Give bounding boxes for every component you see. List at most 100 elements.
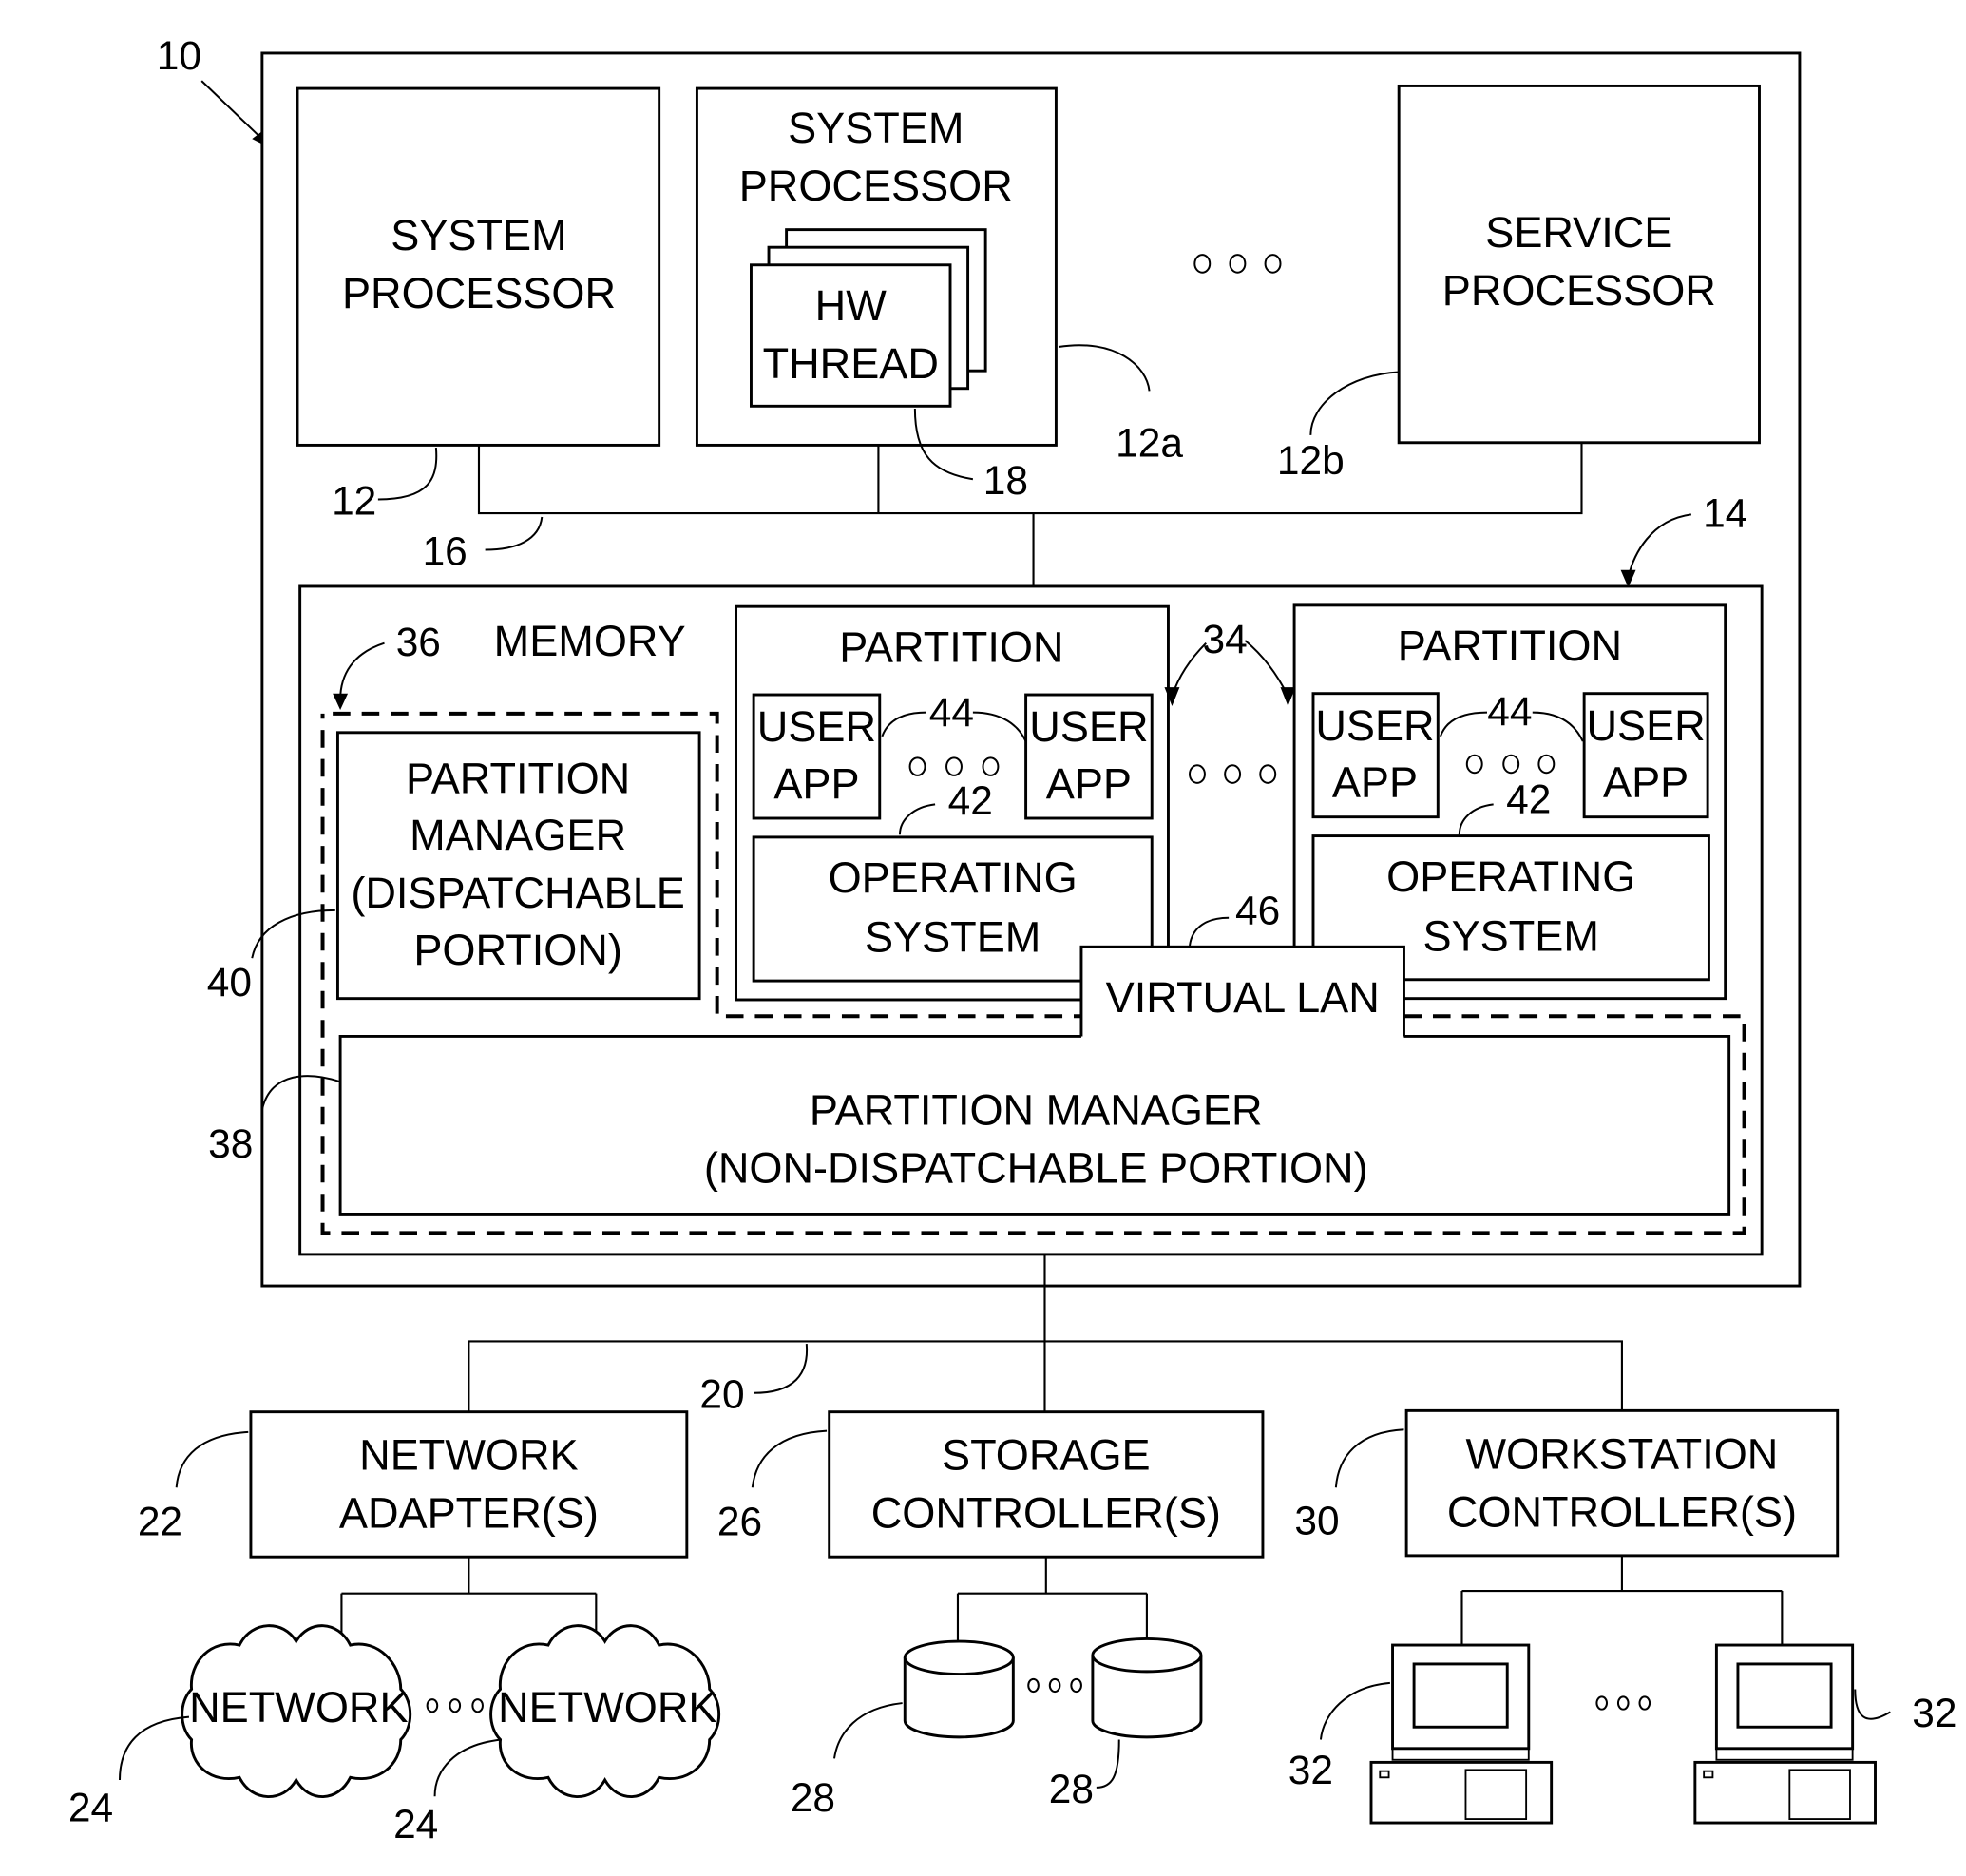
ref-44: 44 (929, 690, 974, 735)
ref-34: 34 (1203, 617, 1248, 661)
ref-36: 36 (396, 620, 441, 664)
user-app-box: USER APP (1024, 693, 1154, 820)
svg-text:ADAPTER(S): ADAPTER(S) (339, 1489, 599, 1538)
system-processor-12: SYSTEM PROCESSOR (296, 86, 661, 447)
network-link (340, 1557, 598, 1642)
ref-28-leader (833, 1702, 903, 1759)
ref-32-leader (1319, 1681, 1390, 1740)
ellipsis-icon (908, 756, 1000, 776)
svg-text:SYSTEM: SYSTEM (865, 913, 1040, 962)
ref-32: 32 (1912, 1691, 1956, 1735)
ref-18: 18 (983, 458, 1028, 503)
ref-42: 42 (948, 778, 993, 823)
svg-text:WORKSTATION: WORKSTATION (1465, 1429, 1778, 1478)
svg-text:CONTROLLER(S): CONTROLLER(S) (871, 1489, 1221, 1538)
ref-46: 46 (1235, 888, 1280, 932)
svg-text:PARTITION: PARTITION (839, 623, 1063, 672)
ref-26-leader (751, 1429, 828, 1488)
svg-text:PROCESSOR: PROCESSOR (342, 269, 616, 317)
system-processor-12a: SYSTEM PROCESSOR HW THREAD (695, 86, 1058, 447)
svg-text:USER: USER (1586, 701, 1705, 750)
ellipsis-icon (1465, 754, 1556, 775)
svg-text:NETWORK: NETWORK (498, 1683, 716, 1732)
ellipsis-icon (1027, 1677, 1082, 1694)
svg-text:OPERATING: OPERATING (829, 853, 1078, 902)
ref-10-leader (200, 80, 266, 143)
ref-12a: 12a (1116, 420, 1183, 465)
ref-30: 30 (1294, 1498, 1339, 1542)
storage-controller-box: STORAGE CONTROLLER(S) (828, 1410, 1265, 1559)
svg-text:SYSTEM: SYSTEM (1423, 911, 1599, 960)
svg-text:PORTION): PORTION) (413, 926, 622, 974)
svg-text:USER: USER (757, 702, 876, 751)
ref-44: 44 (1487, 689, 1532, 734)
svg-text:PROCESSOR: PROCESSOR (739, 162, 1013, 210)
ref-42: 42 (1506, 777, 1551, 822)
svg-text:APP: APP (1603, 757, 1689, 806)
network-cloud-icon: NETWORK (181, 1624, 412, 1798)
user-app-box: USER APP (752, 693, 882, 820)
workstation-link (1460, 1555, 1784, 1646)
svg-text:PARTITION: PARTITION (406, 754, 630, 802)
ellipsis-icon (1189, 764, 1277, 784)
user-app-box: USER APP (1311, 692, 1440, 819)
network-adapter-box: NETWORK ADAPTER(S) (249, 1410, 689, 1559)
svg-text:CONTROLLER(S): CONTROLLER(S) (1447, 1487, 1797, 1536)
svg-text:APP: APP (1332, 757, 1418, 806)
ref-22: 22 (138, 1500, 182, 1544)
svg-text:SERVICE: SERVICE (1485, 208, 1672, 257)
ref-12: 12 (332, 478, 376, 523)
partition-1: PARTITION USER APP USER APP 44 42 OPERAT… (735, 604, 1170, 1002)
partition-2: PARTITION USER APP USER APP 44 42 OPERAT… (1292, 603, 1727, 1001)
ref-32-leader (1854, 1689, 1891, 1720)
partition-manager-non-dispatchable: PARTITION MANAGER (NON-DISPATCHABLE PORT… (338, 1034, 1731, 1216)
svg-text:(NON-DISPATCHABLE PORTION): (NON-DISPATCHABLE PORTION) (704, 1143, 1368, 1192)
svg-text:VIRTUAL LAN: VIRTUAL LAN (1106, 973, 1380, 1022)
partition-manager-dispatchable: PARTITION MANAGER (DISPATCHABLE PORTION) (335, 731, 701, 1001)
svg-text:NETWORK: NETWORK (189, 1683, 408, 1732)
ellipsis-icon (1595, 1695, 1651, 1711)
ref-40: 40 (207, 960, 252, 1005)
ref-28: 28 (1049, 1767, 1094, 1811)
svg-text:SYSTEM: SYSTEM (788, 104, 964, 152)
svg-text:USER: USER (1315, 701, 1434, 750)
ref-26: 26 (717, 1500, 762, 1544)
ref-24-leader (433, 1738, 502, 1797)
svg-text:SYSTEM: SYSTEM (391, 211, 566, 259)
ref-20: 20 (699, 1372, 744, 1417)
disk-icon (903, 1639, 1015, 1739)
workstation-icon (1369, 1643, 1554, 1825)
ref-32: 32 (1288, 1748, 1333, 1792)
svg-text:APP: APP (773, 759, 859, 808)
ref-22-leader (175, 1430, 249, 1488)
svg-text:THREAD: THREAD (763, 339, 939, 388)
ref-30-leader (1334, 1428, 1404, 1488)
system-diagram: 10 SYSTEM PROCESSOR 12 SYSTEM PROCESSOR … (68, 33, 1957, 1847)
ref-28: 28 (791, 1775, 835, 1820)
svg-text:STORAGE: STORAGE (942, 1431, 1151, 1480)
svg-text:(DISPATCHABLE: (DISPATCHABLE (351, 869, 685, 917)
ellipsis-icon (1193, 254, 1282, 274)
ref-28-leader (1096, 1739, 1120, 1789)
ref-20-leader (754, 1343, 809, 1394)
svg-text:PARTITION: PARTITION (1398, 622, 1622, 670)
svg-text:PROCESSOR: PROCESSOR (1442, 266, 1716, 315)
svg-text:OPERATING: OPERATING (1386, 852, 1635, 901)
ref-38: 38 (208, 1121, 253, 1166)
memory-label: MEMORY (494, 617, 686, 665)
svg-text:HW: HW (815, 281, 888, 330)
svg-text:MANAGER: MANAGER (410, 811, 626, 859)
workstation-controller-box: WORKSTATION CONTROLLER(S) (1404, 1408, 1840, 1558)
ref-10: 10 (157, 33, 201, 78)
svg-text:APP: APP (1046, 759, 1132, 808)
svg-text:PARTITION MANAGER: PARTITION MANAGER (810, 1085, 1263, 1134)
hw-thread-stack: HW THREAD (750, 228, 987, 408)
ref-14: 14 (1703, 491, 1747, 536)
service-processor-12b: SERVICE PROCESSOR (1397, 84, 1761, 445)
network-cloud-icon: NETWORK (489, 1624, 720, 1798)
svg-text:USER: USER (1029, 702, 1148, 751)
user-app-box: USER APP (1582, 692, 1709, 819)
storage-link (956, 1557, 1148, 1646)
ref-24: 24 (68, 1786, 113, 1830)
ellipsis-icon (426, 1698, 484, 1713)
